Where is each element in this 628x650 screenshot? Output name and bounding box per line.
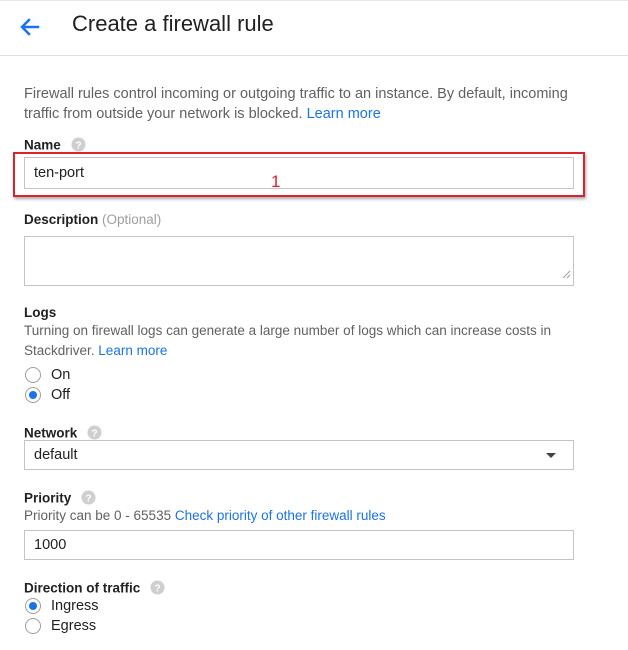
annotation-marker: 1 — [271, 172, 281, 191]
description-label: Description (Optional) — [24, 212, 161, 227]
dropdown-caret-icon[interactable] — [546, 452, 556, 458]
radio-unchecked-icon[interactable] — [25, 367, 41, 383]
direction-label-text: Direction of traffic — [24, 580, 141, 596]
priority-hint-text: Priority can be 0 - 65535 — [24, 508, 172, 523]
priority-label-text: Priority — [24, 490, 72, 506]
priority-check-link[interactable]: Check priority of other firewall rules — [175, 508, 386, 523]
back-arrow-icon[interactable] — [16, 13, 44, 41]
page-title: Create a firewall rule — [72, 11, 274, 36]
logs-radio-off-label: Off — [51, 387, 71, 403]
priority-hint: Priority can be 0 - 65535 Check priority… — [24, 506, 386, 526]
intro-learn-more-link[interactable]: Learn more — [307, 106, 381, 122]
logs-learn-more-link[interactable]: Learn more — [98, 343, 167, 358]
logs-radio-on-label: On — [51, 367, 71, 383]
name-label-text: Name — [24, 137, 61, 153]
direction-radio-ingress[interactable]: Ingress — [25, 596, 99, 616]
help-icon[interactable]: ? — [150, 580, 165, 598]
svg-text:?: ? — [85, 493, 91, 504]
svg-text:?: ? — [75, 140, 81, 151]
network-select-value: default — [34, 447, 78, 463]
logs-label: Logs — [24, 305, 57, 320]
radio-checked-icon[interactable] — [25, 598, 41, 614]
network-label-text: Network — [24, 425, 78, 441]
direction-radio-ingress-label: Ingress — [51, 598, 99, 614]
intro-text: Firewall rules control incoming or outgo… — [24, 84, 584, 124]
description-textarea[interactable] — [24, 236, 574, 286]
priority-input[interactable] — [24, 530, 574, 560]
svg-text:?: ? — [91, 428, 97, 439]
direction-radio-egress[interactable]: Egress — [25, 616, 96, 636]
logs-description: Turning on firewall logs can generate a … — [24, 321, 584, 361]
description-label-text: Description — [24, 212, 99, 227]
radio-checked-icon[interactable] — [25, 387, 41, 403]
logs-radio-off[interactable]: Off — [25, 385, 70, 405]
annotation-highlight-box — [13, 152, 585, 197]
intro-description: Firewall rules control incoming or outgo… — [24, 86, 568, 122]
radio-unchecked-icon[interactable] — [25, 618, 41, 634]
svg-text:?: ? — [154, 583, 160, 594]
network-select[interactable]: default — [24, 440, 574, 470]
logs-radio-on[interactable]: On — [25, 365, 70, 385]
description-optional-text: (Optional) — [102, 212, 162, 227]
resize-handle-icon[interactable] — [562, 267, 571, 283]
direction-radio-egress-label: Egress — [51, 618, 97, 634]
